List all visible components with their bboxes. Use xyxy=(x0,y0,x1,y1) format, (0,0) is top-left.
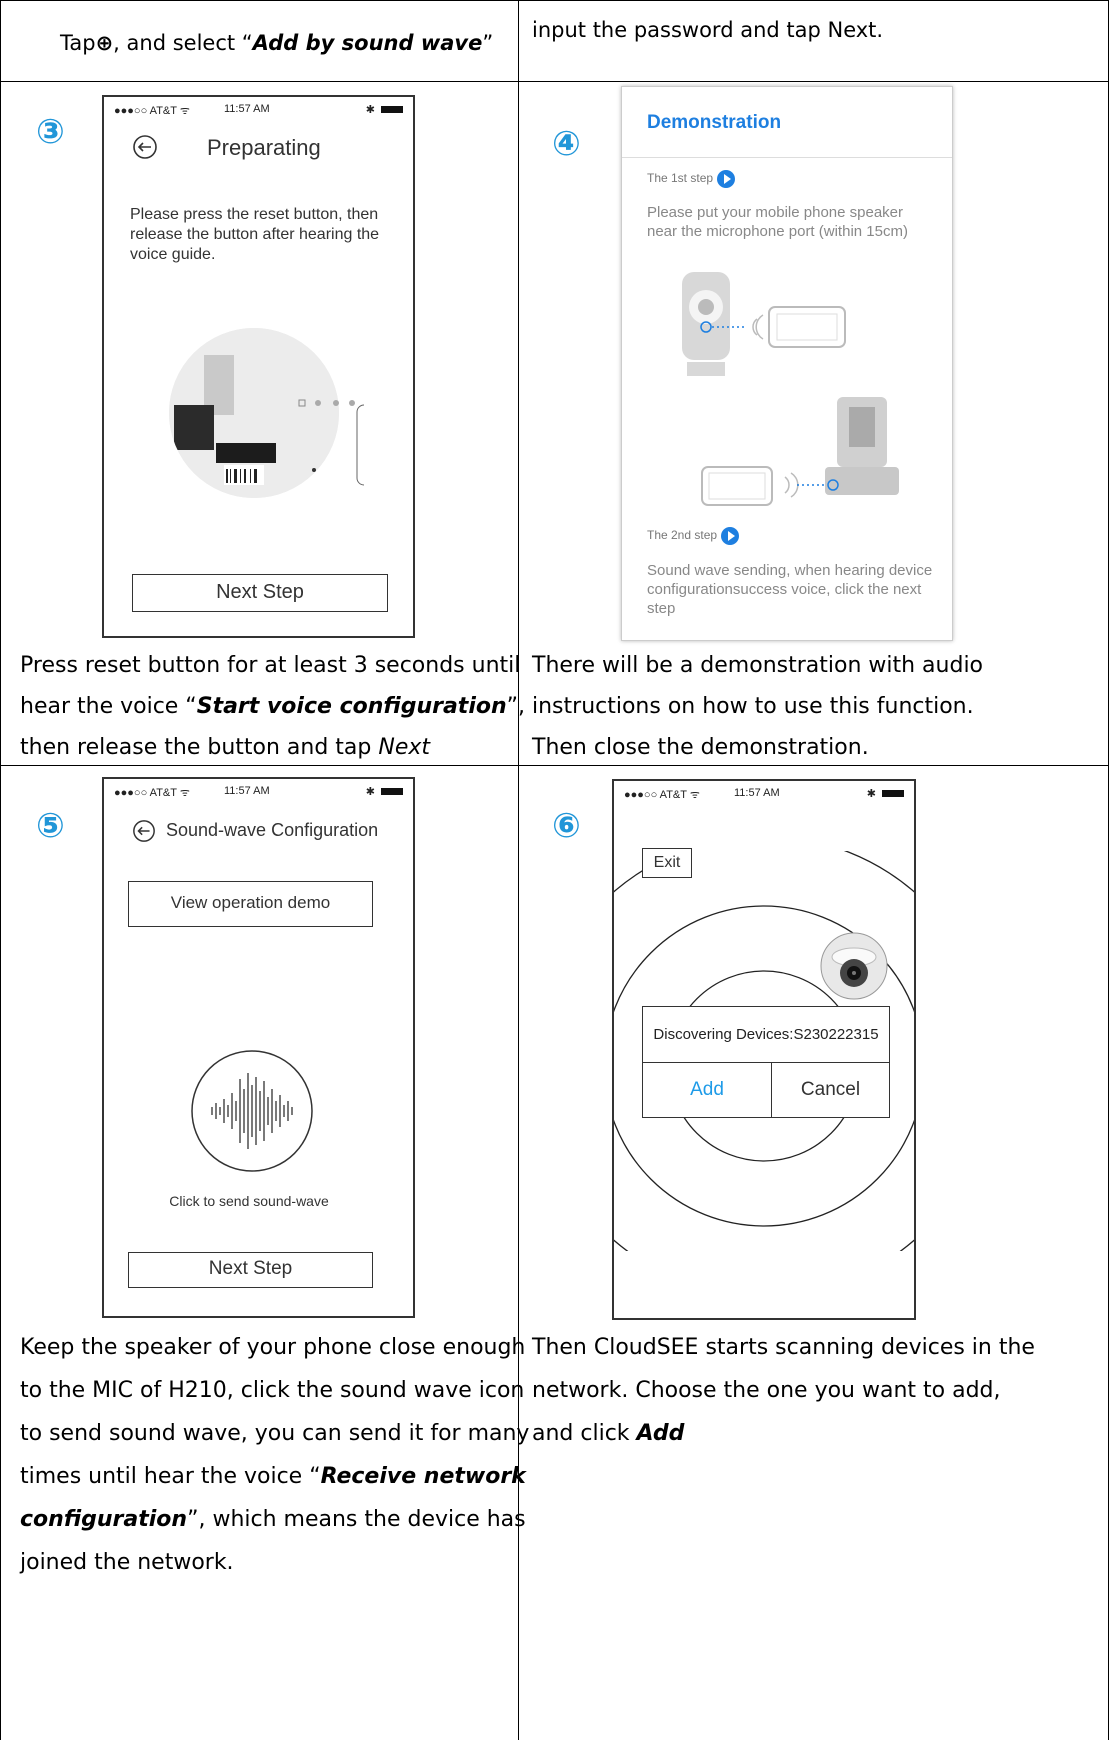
bluetooth-icon: ✱ xyxy=(365,104,375,116)
step4-demo-screen: Demonstration The 1st step Please put yo… xyxy=(621,86,953,641)
view-operation-demo-button[interactable]: View operation demo xyxy=(128,881,373,927)
step1-label: The 1st step xyxy=(647,170,736,188)
step3-phone-screen: ●●●○○ AT&T ᯤ 11:57 AM ✱ Preparating Plea… xyxy=(102,95,415,638)
step5-phone-screen: ●●●○○ AT&T ᯤ 11:57 AM ✱ Sound-wave Confi… xyxy=(102,777,415,1318)
sound-wave-icon[interactable] xyxy=(190,1049,314,1173)
step6-caption-line1: Then CloudSEE starts scanning devices in… xyxy=(532,1335,1035,1360)
status-bar: ●●●○○ AT&T ᯤ 11:57 AM ✱ xyxy=(104,785,413,801)
step5-caption-line6: joined the network. xyxy=(20,1550,234,1575)
cancel-button[interactable]: Cancel xyxy=(772,1063,889,1117)
status-bar: ●●●○○ AT&T ᯤ 11:57 AM ✱ xyxy=(614,787,914,803)
step5-caption-line5: configuration”, which means the device h… xyxy=(20,1507,526,1532)
demo-step1-illustration xyxy=(682,272,846,376)
step6-caption-line2: network. Choose the one you want to add, xyxy=(532,1378,1001,1403)
step3-instruction: Please press the reset button, then rele… xyxy=(130,206,380,263)
step3-number: ③ xyxy=(36,112,65,152)
step4-caption-line2: instructions on how to use this function… xyxy=(532,694,974,719)
instruction-table: Tap⊕, and select “Add by sound wave” inp… xyxy=(0,0,1109,1740)
step6-caption-line3: and click Add xyxy=(532,1421,685,1446)
step4-caption-line3: Then close the demonstration. xyxy=(532,735,869,760)
row1-left-text: Tap⊕, and select “Add by sound wave” xyxy=(60,31,494,55)
exit-button[interactable]: Exit xyxy=(642,848,692,878)
step3-caption-line1: Press reset button for at least 3 second… xyxy=(20,653,521,678)
step5-caption-line2: to the MIC of H210, click the sound wave… xyxy=(20,1378,525,1403)
battery-icon xyxy=(381,788,403,795)
play-icon[interactable] xyxy=(721,527,740,545)
step3-caption-line2: hear the voice “Start voice configuratio… xyxy=(20,694,526,719)
step3-title: Preparating xyxy=(207,135,321,160)
step4-caption-line1: There will be a demonstration with audio xyxy=(532,653,984,678)
divider xyxy=(622,157,952,158)
battery-icon xyxy=(882,790,904,797)
demo-title: Demonstration xyxy=(647,112,782,133)
discovery-dialog: Discovering Devices:S230222315 Add Cance… xyxy=(642,1006,890,1118)
back-arrow-icon[interactable] xyxy=(132,819,156,843)
add-button[interactable]: Add xyxy=(643,1063,772,1117)
battery-icon xyxy=(381,106,403,113)
step6-phone-screen: ●●●○○ AT&T ᯤ 11:57 AM ✱ Exit Discovering… xyxy=(612,779,916,1320)
bluetooth-icon: ✱ xyxy=(866,788,876,800)
reset-button-illustration xyxy=(169,328,364,498)
step5-caption-line4: times until hear the voice “Receive netw… xyxy=(20,1464,526,1489)
step3-caption-line3: then release the button and tap Next xyxy=(20,735,430,760)
row1-right-text: input the password and tap Next. xyxy=(532,18,884,42)
step2-label: The 2nd step xyxy=(647,527,740,545)
demo-step2-illustration xyxy=(701,397,899,506)
status-bar: ●●●○○ AT&T ᯤ 11:57 AM ✱ xyxy=(104,103,413,119)
step5-title: Sound-wave Configuration xyxy=(166,820,379,840)
step5-caption-line3: to send sound wave, you can send it for … xyxy=(20,1421,530,1446)
step1-text: Please put your mobile phone speaker nea… xyxy=(647,204,908,240)
step5-number: ⑤ xyxy=(36,806,65,846)
step6-number: ⑥ xyxy=(552,806,581,846)
next-step-button[interactable]: Next Step xyxy=(132,574,388,612)
back-arrow-icon[interactable] xyxy=(132,134,158,160)
step5-caption-line1: Keep the speaker of your phone close eno… xyxy=(20,1335,526,1360)
camera-device-icon xyxy=(820,932,888,1000)
next-step-button[interactable]: Next Step xyxy=(128,1252,373,1288)
step2-text: Sound wave sending, when hearing device … xyxy=(647,562,933,617)
play-icon[interactable] xyxy=(717,170,736,188)
bluetooth-icon: ✱ xyxy=(365,786,375,798)
discover-text: Discovering Devices:S230222315 xyxy=(643,1007,889,1063)
step4-number: ④ xyxy=(552,124,581,164)
send-sound-wave-label: Click to send sound-wave xyxy=(169,1193,329,1209)
